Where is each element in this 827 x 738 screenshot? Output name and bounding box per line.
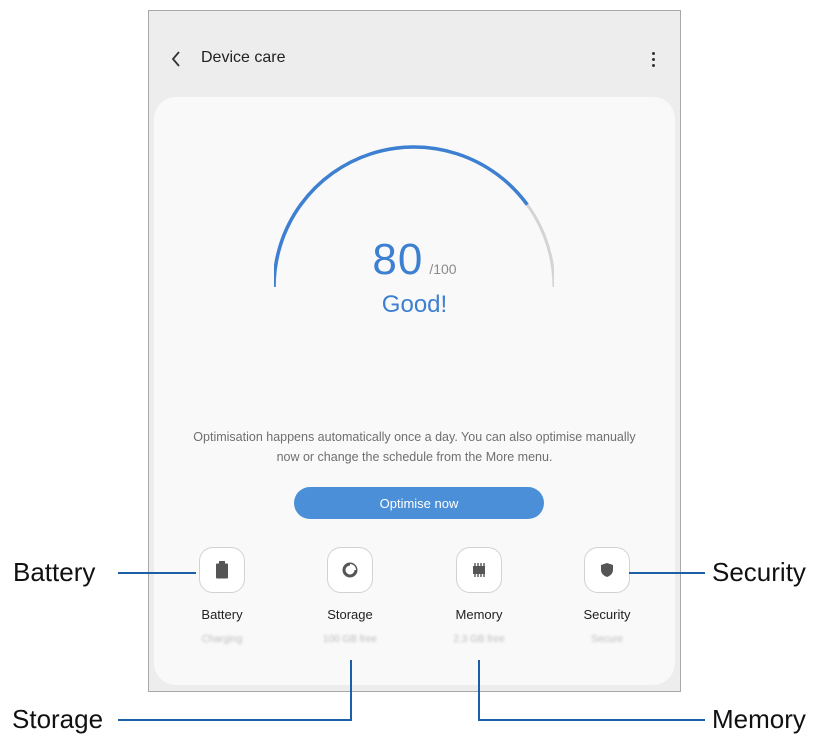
memory-status: 2.3 GB free <box>453 634 505 645</box>
callout-line-battery <box>118 572 196 574</box>
shield-icon[interactable] <box>584 547 630 593</box>
memory-icon[interactable] <box>456 547 502 593</box>
battery-label: Battery <box>201 607 243 622</box>
app-header: Device care <box>149 11 680 95</box>
callout-line-memory-h <box>478 719 705 721</box>
memory-tile[interactable]: Memory 2.3 GB free <box>424 547 534 645</box>
callout-storage: Storage <box>12 704 104 734</box>
description-line-1: Optimisation happens automatically once … <box>193 430 636 444</box>
storage-label: Storage <box>327 607 373 622</box>
callout-line-storage-h <box>118 719 352 721</box>
optimise-now-button[interactable]: Optimise now <box>294 487 544 519</box>
callout-line-storage-v <box>350 660 352 721</box>
storage-tile[interactable]: Storage 100 GB free <box>295 547 405 645</box>
battery-tile[interactable]: Battery Charging <box>167 547 277 645</box>
optimisation-description: Optimisation happens automatically once … <box>174 427 655 467</box>
callout-line-security <box>629 572 705 574</box>
storage-status: 100 GB free <box>323 634 377 645</box>
more-options-icon[interactable] <box>648 49 658 69</box>
security-status: Secure <box>591 634 623 645</box>
back-arrow-icon[interactable] <box>169 49 183 69</box>
callout-memory: Memory <box>712 704 806 734</box>
memory-label: Memory <box>455 607 503 622</box>
score-display: 80/100 <box>154 235 675 285</box>
score-value: 80 <box>372 235 424 284</box>
callout-line-memory-v <box>478 660 480 721</box>
battery-icon[interactable] <box>199 547 245 593</box>
storage-icon[interactable] <box>327 547 373 593</box>
device-screen: Device care 80/100 Good! Optimisation ha… <box>148 10 681 692</box>
security-tile[interactable]: Security Secure <box>552 547 662 645</box>
callout-battery: Battery <box>13 557 96 587</box>
score-status: Good! <box>381 291 448 318</box>
score-max: /100 <box>429 261 457 277</box>
battery-status: Charging <box>201 634 243 645</box>
description-line-2: now or change the schedule from the More… <box>276 450 553 464</box>
device-care-card: 80/100 Good! Optimisation happens automa… <box>154 97 675 685</box>
page-title: Device care <box>201 49 286 66</box>
callout-security: Security <box>712 557 806 587</box>
security-label: Security <box>583 607 631 622</box>
